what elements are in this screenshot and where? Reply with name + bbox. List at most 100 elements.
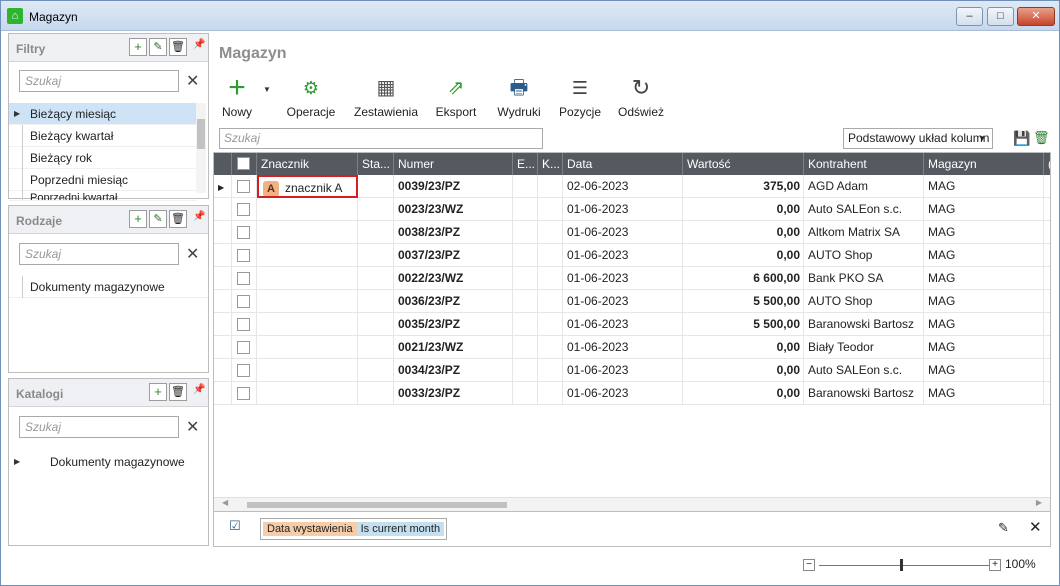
filter-item[interactable]: ▶ Bieżący miesiąc	[9, 103, 197, 125]
new-dropdown-chevron-icon[interactable]: ▼	[263, 85, 271, 94]
row-checkbox[interactable]	[237, 180, 250, 193]
pin-icon[interactable]: 📌	[193, 384, 205, 395]
scroll-thumb[interactable]	[197, 119, 205, 149]
delete-layout-icon[interactable]: 🗑	[1033, 130, 1050, 146]
column-header[interactable]: E...	[513, 153, 538, 175]
export-button[interactable]: ⇗ Eksport	[434, 73, 478, 119]
filter-item[interactable]: Poprzedni miesiąc	[9, 169, 197, 191]
table-row[interactable]: 0033/23/PZ 01-06-2023 0,00 Baranowski Barto…	[214, 382, 1050, 405]
row-pointer-icon: ▶	[14, 109, 21, 118]
row-checkbox[interactable]	[237, 295, 250, 308]
edit-type-button[interactable]: ✎	[149, 210, 167, 228]
select-all-checkbox[interactable]	[237, 157, 250, 170]
page-title: Magazyn	[219, 45, 287, 62]
zoom-out-button[interactable]: −	[803, 559, 815, 571]
pin-icon[interactable]: 📌	[193, 39, 205, 50]
delete-filter-button[interactable]: 🗑	[169, 38, 187, 56]
zoom-in-button[interactable]: +	[989, 559, 1001, 571]
refresh-button[interactable]: ↻ Odśwież	[617, 73, 665, 119]
documents-grid: Znacznik Sta... Numer E... K... Data War…	[213, 152, 1051, 524]
clear-search-icon[interactable]: ✕	[186, 71, 199, 91]
table-row[interactable]: 0023/23/WZ 01-06-2023 0,00 Auto SALEon s.c.…	[214, 198, 1050, 221]
wartosc-cell: 0,00	[683, 336, 804, 359]
grid-search-input[interactable]: Szukaj	[219, 128, 543, 149]
row-checkbox[interactable]	[237, 364, 250, 377]
table-row[interactable]: 0036/23/PZ 01-06-2023 5 500,00 AUTO Shop MAG	[214, 290, 1050, 313]
table-row[interactable]: 0021/23/WZ 01-06-2023 0,00 Biały Teodor MAG	[214, 336, 1050, 359]
add-filter-button[interactable]: +	[129, 38, 147, 56]
filter-enabled-checkbox[interactable]: ☑	[229, 518, 241, 534]
catalogs-search-input[interactable]: Szukaj	[19, 416, 179, 438]
types-search-input[interactable]: Szukaj	[19, 243, 179, 265]
delete-type-button[interactable]: 🗑	[169, 210, 187, 228]
filter-item[interactable]: Bieżący kwartał	[9, 125, 197, 147]
column-header[interactable]: Wartość	[683, 153, 804, 175]
column-header[interactable]: Sta...	[358, 153, 394, 175]
column-header[interactable]: Data	[563, 153, 683, 175]
table-row[interactable]: 0038/23/PZ 01-06-2023 0,00 Altkom Matrix SA…	[214, 221, 1050, 244]
column-header[interactable]: Numer	[394, 153, 513, 175]
add-catalog-button[interactable]: +	[149, 383, 167, 401]
reports-button[interactable]: ▦ Zestawienia	[353, 73, 419, 119]
table-row[interactable]: 0034/23/PZ 01-06-2023 0,00 Auto SALEon s.c.…	[214, 359, 1050, 382]
add-type-button[interactable]: +	[129, 210, 147, 228]
pin-icon[interactable]: 📌	[193, 211, 205, 222]
row-indicator: ▶	[214, 175, 232, 198]
status-cell	[358, 221, 394, 244]
scroll-left-icon[interactable]: ◀	[222, 498, 228, 507]
column-header[interactable]: Kontrahent	[804, 153, 924, 175]
header-select-all[interactable]	[232, 153, 257, 175]
filters-scrollbar[interactable]	[196, 103, 206, 193]
edit-filter-button[interactable]: ✎	[149, 38, 167, 56]
row-checkbox[interactable]	[237, 387, 250, 400]
column-header[interactable]: Magazyn	[924, 153, 1044, 175]
column-header[interactable]: K...	[538, 153, 563, 175]
close-button[interactable]: ✕	[1017, 7, 1055, 26]
positions-button[interactable]: ☰ Pozycje	[558, 73, 602, 119]
operations-button[interactable]: ⚙ Operacje	[283, 73, 339, 119]
column-header[interactable]: (	[1044, 153, 1050, 175]
clear-filter-icon[interactable]: ✕	[1029, 518, 1042, 536]
zoom-slider-track[interactable]	[819, 565, 989, 566]
chevron-down-icon: ▼	[978, 134, 986, 143]
column-header[interactable]: Znacznik	[257, 153, 358, 175]
delete-catalog-button[interactable]: 🗑	[169, 383, 187, 401]
row-checkbox[interactable]	[237, 203, 250, 216]
tag-cell	[257, 382, 358, 405]
type-item[interactable]: Dokumenty magazynowe	[9, 276, 208, 298]
scroll-thumb[interactable]	[247, 502, 507, 508]
minimize-button[interactable]: –	[956, 7, 983, 26]
row-select-cell	[232, 244, 257, 267]
column-layout-select[interactable]: Podstawowy układ kolumn ▼	[843, 128, 993, 149]
row-checkbox[interactable]	[237, 226, 250, 239]
tag-cell	[257, 290, 358, 313]
wartosc-cell: 0,00	[683, 244, 804, 267]
zoom-slider-thumb[interactable]	[900, 559, 903, 571]
row-checkbox[interactable]	[237, 249, 250, 262]
filters-search-input[interactable]: Szukaj	[19, 70, 179, 92]
row-checkbox[interactable]	[237, 272, 250, 285]
table-row[interactable]: 0037/23/PZ 01-06-2023 0,00 AUTO Shop MAG	[214, 244, 1050, 267]
save-layout-icon[interactable]: 💾	[1013, 130, 1030, 147]
grid-horizontal-scrollbar[interactable]: ◀ ▶	[214, 497, 1050, 511]
scroll-right-icon[interactable]: ▶	[1036, 498, 1042, 507]
table-row[interactable]: 0022/23/WZ 01-06-2023 6 600,00 Bank PKO SA M…	[214, 267, 1050, 290]
table-row[interactable]: 0035/23/PZ 01-06-2023 5 500,00 Baranowski B…	[214, 313, 1050, 336]
clear-search-icon[interactable]: ✕	[186, 244, 199, 264]
filter-item[interactable]: Poprzedni kwartał	[9, 191, 197, 201]
row-indicator	[214, 267, 232, 290]
row-checkbox[interactable]	[237, 341, 250, 354]
catalog-item[interactable]: ▶ Dokumenty magazynowe	[9, 451, 208, 473]
column-layout-value: Podstawowy układ kolumn	[848, 131, 990, 145]
table-row[interactable]: ▶ Aznacznik A 0039/23/PZ 02-06-2023 375,00 AG…	[214, 175, 1050, 198]
row-checkbox[interactable]	[237, 318, 250, 331]
print-button[interactable]: 🖶 Wydruki	[494, 73, 544, 119]
numer-cell: 0038/23/PZ	[394, 221, 513, 244]
maximize-button[interactable]: □	[987, 7, 1014, 26]
expand-arrow-icon[interactable]: ▶	[14, 451, 20, 473]
new-button[interactable]: + Nowy	[219, 73, 255, 120]
edit-filter-icon[interactable]: ✎	[998, 520, 1009, 536]
filter-expression[interactable]: Data wystawienia Is current month	[260, 518, 448, 540]
clear-search-icon[interactable]: ✕	[186, 417, 199, 437]
filter-item[interactable]: Bieżący rok	[9, 147, 197, 169]
